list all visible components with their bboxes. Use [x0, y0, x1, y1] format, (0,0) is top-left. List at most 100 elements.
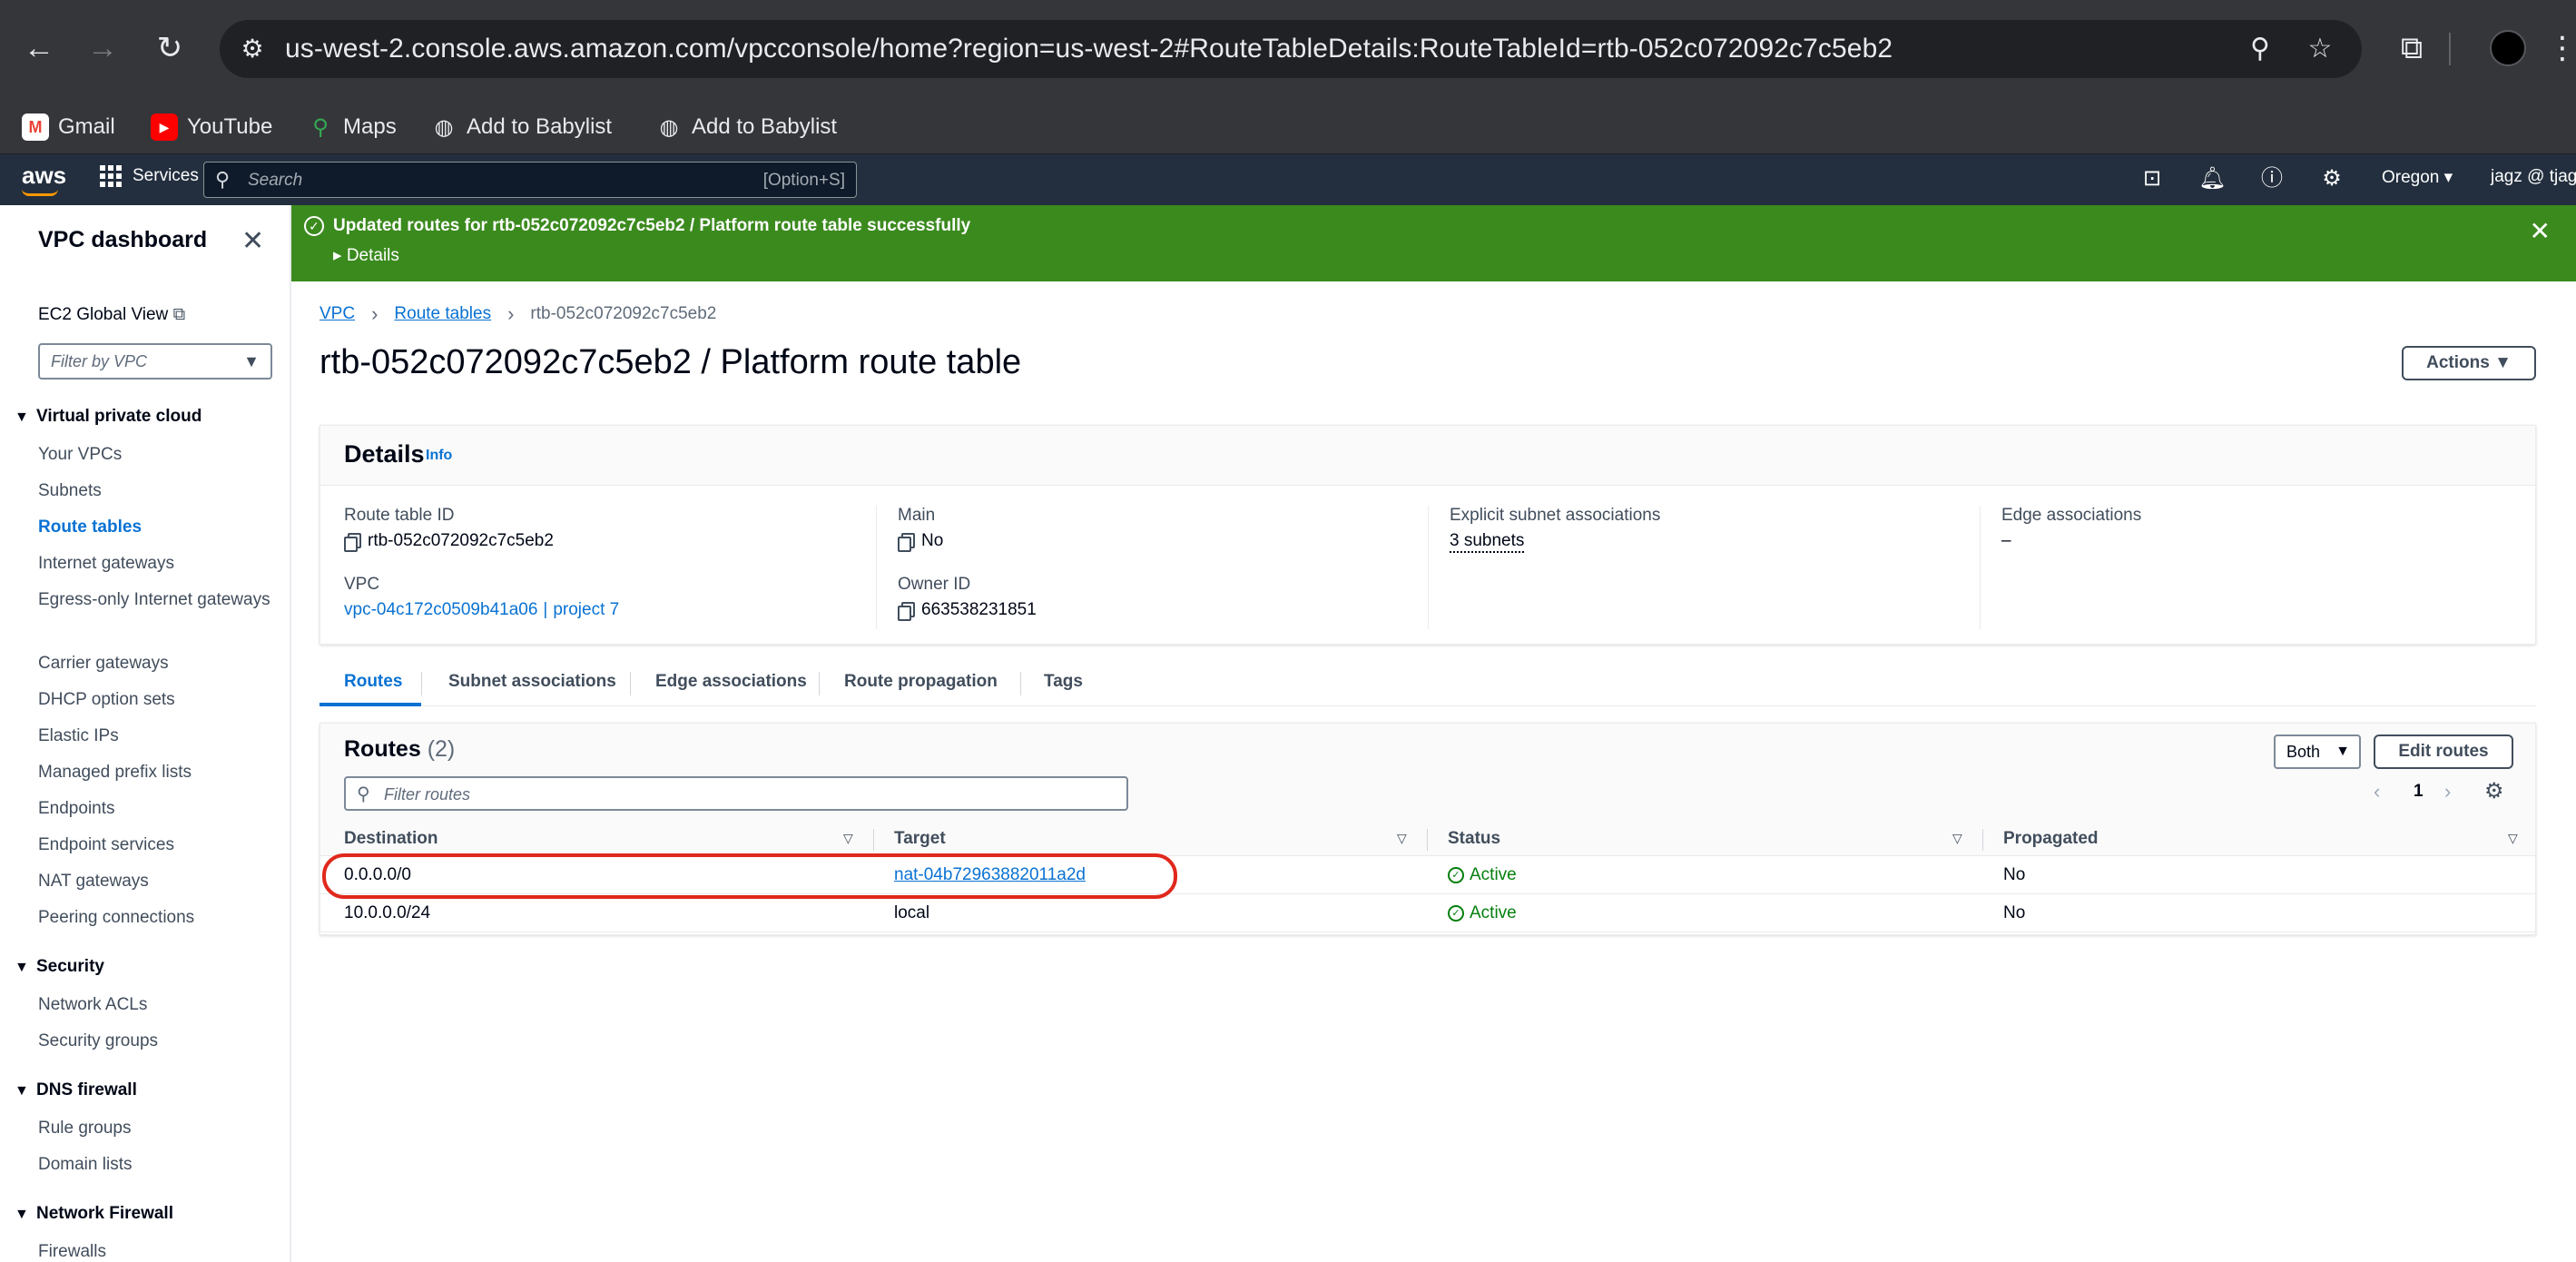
tab-route-propagation[interactable]: Route propagation	[844, 672, 998, 692]
sidebar-item-rule-groups[interactable]: Rule groups	[38, 1115, 274, 1141]
tab-routes[interactable]: Routes	[344, 672, 402, 692]
bookmark-maps[interactable]: ⚲ Maps	[307, 109, 397, 145]
column-divider	[1427, 829, 1428, 851]
bookmark-babylist-1[interactable]: ◍ Add to Babylist	[430, 109, 613, 145]
preferences-gear-icon[interactable]: ⚙	[2484, 778, 2504, 804]
column-header-propagated[interactable]: Propagated	[2003, 829, 2099, 849]
notifications-bell-icon[interactable]: 🔔︎	[2198, 165, 2226, 192]
sidebar-section-network-firewall[interactable]: ▼ Network Firewall	[15, 1204, 173, 1224]
copy-icon[interactable]	[344, 533, 361, 552]
info-link[interactable]: Info	[426, 448, 452, 464]
sidebar-item-network-acls[interactable]: Network ACLs	[38, 991, 274, 1018]
aws-search-input[interactable]: ⚲ Search [Option+S]	[203, 162, 857, 198]
address-bar[interactable]: ⚙ us-west-2.console.aws.amazon.com/vpcco…	[220, 20, 2362, 78]
breadcrumb-current: rtb-052c072092c7c5eb2	[530, 304, 717, 323]
tab-subnet-associations[interactable]: Subnet associations	[448, 672, 616, 692]
bookmark-star-icon[interactable]: ☆	[2304, 33, 2336, 65]
region-selector[interactable]: Oregon ▾	[2382, 167, 2453, 188]
chevron-right-icon[interactable]: ›	[2444, 780, 2451, 804]
sidebar-item-internet-gateways[interactable]: Internet gateways	[38, 550, 274, 577]
status-success-icon: ✓	[1448, 867, 1464, 883]
chevron-right-icon: ›	[371, 302, 379, 325]
vpc-name-link[interactable]: project 7	[553, 600, 619, 620]
sidebar-item-ec2-global-view[interactable]: EC2 Global View ⧉	[38, 305, 185, 325]
sidebar-item-nat-gateways[interactable]: NAT gateways	[38, 868, 274, 894]
back-icon[interactable]: ←	[16, 25, 62, 71]
breadcrumb-route-tables[interactable]: Route tables	[394, 304, 491, 324]
column-header-destination[interactable]: Destination	[344, 829, 438, 849]
table-row[interactable]: 10.0.0.0/24 local ✓ Active No	[320, 894, 2535, 932]
vpc-link[interactable]: vpc-04c172c0509b41a06	[344, 600, 537, 620]
cloudshell-icon[interactable]: ⊡	[2138, 165, 2166, 192]
site-info-icon[interactable]: ⚙	[236, 33, 269, 65]
reload-icon[interactable]: ↻	[147, 25, 192, 71]
explicit-subnet-value[interactable]: 3 subnets	[1450, 531, 1525, 553]
vpc-filter-select[interactable]: Filter by VPC ▼	[38, 343, 272, 380]
table-header: Destination ▽ Target ▽ Status ▽ Propagat…	[320, 822, 2535, 856]
services-menu[interactable]: Services	[100, 165, 199, 187]
aws-logo[interactable]: aws	[22, 162, 66, 190]
sidebar-item-subnets[interactable]: Subnets	[38, 478, 274, 504]
tab-edge-associations[interactable]: Edge associations	[655, 672, 807, 692]
bookmark-gmail[interactable]: M Gmail	[22, 109, 115, 145]
sidebar-item-endpoint-services[interactable]: Endpoint services	[38, 832, 274, 858]
cell-propagated: No	[2003, 865, 2026, 884]
sidebar-item-domain-lists[interactable]: Domain lists	[38, 1151, 274, 1178]
copy-icon[interactable]	[898, 533, 915, 552]
column-header-status[interactable]: Status	[1448, 829, 1500, 849]
settings-gear-icon[interactable]: ⚙	[2318, 165, 2345, 192]
actions-button[interactable]: Actions ▼	[2402, 346, 2536, 380]
sidebar-item-dhcp-option-sets[interactable]: DHCP option sets	[38, 686, 274, 713]
bookmark-label: Maps	[343, 114, 397, 139]
bookmark-label: Gmail	[58, 114, 115, 139]
search-placeholder: Search	[248, 171, 303, 190]
sidebar-item-peering-connections[interactable]: Peering connections	[38, 904, 274, 931]
sort-icon[interactable]: ▽	[1952, 831, 1962, 846]
sidebar-item-your-vpcs[interactable]: Your VPCs	[38, 441, 274, 468]
edit-routes-button[interactable]: Edit routes	[2374, 735, 2513, 769]
bookmark-babylist-2[interactable]: ◍ Add to Babylist	[655, 109, 838, 145]
copy-icon[interactable]	[898, 602, 915, 621]
sort-icon[interactable]: ▽	[1397, 831, 1407, 846]
filter-routes-input[interactable]: ⚲ Filter routes	[344, 776, 1128, 811]
sidebar-item-managed-prefix-lists[interactable]: Managed prefix lists	[38, 759, 274, 785]
chevron-left-icon[interactable]: ‹	[2374, 780, 2380, 804]
sidebar-title[interactable]: VPC dashboard	[38, 227, 207, 253]
cell-destination: 10.0.0.0/24	[344, 903, 431, 922]
sort-icon[interactable]: ▽	[843, 831, 853, 846]
sidebar-item-endpoints[interactable]: Endpoints	[38, 795, 274, 822]
route-type-select[interactable]: Both ▼	[2274, 735, 2361, 769]
sidebar-section-security[interactable]: ▼ Security	[15, 957, 104, 977]
sidebar-item-firewalls[interactable]: Firewalls	[38, 1238, 274, 1262]
extensions-icon[interactable]: ⧉	[2389, 25, 2434, 71]
url-text[interactable]: us-west-2.console.aws.amazon.com/vpccons…	[285, 34, 1893, 64]
breadcrumb-vpc[interactable]: VPC	[320, 304, 355, 324]
sidebar-item-carrier-gateways[interactable]: Carrier gateways	[38, 650, 274, 676]
flash-details-label: Details	[346, 246, 399, 265]
menu-kebab-icon[interactable]: ⋮	[2547, 25, 2576, 71]
sidebar-item-security-groups[interactable]: Security groups	[38, 1028, 274, 1054]
sidebar-item-egress-only-gateways[interactable]: Egress-only Internet gateways	[38, 587, 274, 613]
status-text: Active	[1470, 903, 1517, 922]
account-menu[interactable]: jagz @ tjagz	[2491, 167, 2576, 187]
page-number[interactable]: 1	[2414, 782, 2424, 802]
help-icon[interactable]: ⓘ	[2258, 165, 2286, 192]
sidebar-section-dns-firewall[interactable]: ▼ DNS firewall	[15, 1080, 137, 1100]
flash-details-toggle[interactable]: ▸ Details	[333, 245, 399, 266]
sort-icon[interactable]: ▽	[2508, 831, 2518, 846]
maps-pin-icon: ⚲	[312, 114, 329, 140]
bookmark-youtube[interactable]: ▶ YouTube	[151, 109, 272, 145]
sidebar-section-vpc[interactable]: ▼ Virtual private cloud	[15, 407, 202, 427]
sidebar-item-elastic-ips[interactable]: Elastic IPs	[38, 723, 274, 749]
filter-placeholder: Filter by VPC	[51, 352, 148, 370]
close-icon[interactable]: ✕	[241, 225, 264, 257]
close-icon[interactable]: ✕	[2530, 216, 2551, 246]
sidebar-item-route-tables[interactable]: Route tables	[38, 514, 274, 540]
tab-tags[interactable]: Tags	[1044, 672, 1083, 692]
vpc-separator: |	[543, 600, 548, 619]
globe-icon: ◍	[659, 114, 679, 140]
column-header-target[interactable]: Target	[894, 829, 946, 849]
forward-icon[interactable]: →	[80, 25, 125, 71]
profile-avatar[interactable]	[2490, 30, 2526, 66]
zoom-icon[interactable]: ⚲	[2244, 33, 2276, 65]
